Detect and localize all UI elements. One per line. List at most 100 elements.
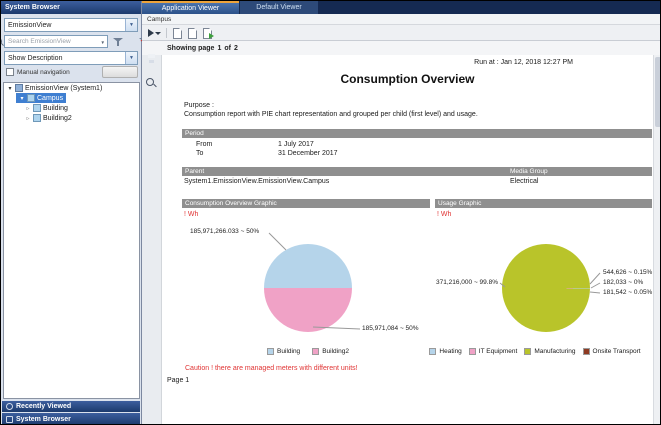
system-selector-value: EmissionView bbox=[5, 19, 125, 31]
green-arrow-icon bbox=[209, 33, 214, 39]
chevron-down-icon bbox=[155, 32, 161, 35]
chevron-down-icon[interactable]: ▼ bbox=[125, 19, 137, 31]
legend-swatch bbox=[312, 348, 319, 355]
tree-item-label: Building2 bbox=[43, 115, 72, 122]
page-indicator: Showing page 1 of 2 bbox=[142, 41, 661, 55]
filter-icon[interactable] bbox=[113, 37, 123, 47]
tree-item-campus[interactable]: ▾ Campus bbox=[4, 93, 139, 103]
search-input[interactable] bbox=[5, 36, 107, 47]
report-page: Run at : Jan 12, 2018 12:27 PM Consumpti… bbox=[162, 55, 653, 425]
legend-label: Building bbox=[277, 348, 300, 355]
parent-header-label: Parent bbox=[185, 168, 204, 175]
legend-swatch bbox=[429, 348, 436, 355]
display-mode-dropdown[interactable]: Show Description ▼ bbox=[4, 51, 138, 65]
scrollbar-thumb[interactable] bbox=[655, 57, 661, 127]
export-icon bbox=[203, 28, 212, 39]
recently-viewed-label: Recently Viewed bbox=[16, 403, 71, 410]
tree-item-building[interactable]: ▹ Building bbox=[4, 103, 139, 113]
document-icon bbox=[173, 28, 182, 39]
purpose-text: Consumption report with PIE chart repres… bbox=[184, 111, 478, 118]
consumption-pie-chart bbox=[264, 244, 352, 332]
run-timestamp: Run at : Jan 12, 2018 12:27 PM bbox=[474, 59, 573, 66]
legend-label: Onsite Transport bbox=[593, 348, 641, 355]
system-browser-label: System Browser bbox=[16, 416, 71, 423]
parent-section-header: Parent Media Group bbox=[182, 167, 652, 176]
recently-viewed-bar[interactable]: Recently Viewed bbox=[2, 401, 140, 412]
tree-item-label: Campus bbox=[37, 95, 63, 102]
unit-warning: ! Wh bbox=[184, 211, 198, 218]
viewer-toolbar bbox=[142, 25, 661, 41]
usage-legend: Heating IT Equipment Manufacturing Onsit… bbox=[418, 348, 652, 355]
from-label: From bbox=[196, 141, 212, 148]
expander-icon[interactable]: ▾ bbox=[19, 95, 25, 102]
viewer-side-toolbar bbox=[142, 55, 162, 425]
caution-text: Caution ! there are managed meters with … bbox=[185, 365, 358, 372]
consumption-legend: Building Building2 bbox=[218, 348, 398, 355]
vertical-scrollbar[interactable] bbox=[653, 55, 661, 425]
consumption-graphic-header: Consumption Overview Graphic bbox=[182, 199, 430, 208]
print-button[interactable] bbox=[185, 27, 199, 39]
play-icon bbox=[148, 29, 154, 37]
tree-item-emissionview[interactable]: ▾ EmissionView (System1) bbox=[4, 83, 139, 93]
search-box: ▼ bbox=[4, 35, 108, 48]
tree-item-building2[interactable]: ▹ Building2 bbox=[4, 113, 139, 123]
legend-label: IT Equipment bbox=[479, 348, 518, 355]
slice-label: 181,542 ~ 0.05% bbox=[603, 289, 652, 296]
legend-swatch bbox=[524, 348, 531, 355]
tree-item-label: EmissionView (System1) bbox=[25, 85, 102, 92]
tab-application-viewer[interactable]: Application Viewer bbox=[142, 1, 239, 14]
expander-icon[interactable]: ▹ bbox=[25, 115, 31, 122]
slice-label: 371,216,000 ~ 99.8% bbox=[392, 279, 498, 286]
chevron-down-icon[interactable]: ▼ bbox=[101, 40, 105, 45]
display-mode-value: Show Description bbox=[5, 52, 125, 64]
search-icon[interactable] bbox=[0, 38, 4, 47]
slice-label: 185,971,084 ~ 50% bbox=[362, 325, 419, 332]
run-report-button[interactable] bbox=[146, 27, 162, 39]
legend-label: Heating bbox=[439, 348, 461, 355]
slice-label: 182,033 ~ 0% bbox=[603, 279, 643, 286]
chevron-down-icon[interactable]: ▼ bbox=[125, 52, 137, 64]
media-group-header-label: Media Group bbox=[510, 168, 548, 175]
browser-icon bbox=[6, 416, 13, 423]
workstation-window: System Browser EmissionView ▼ ▼ Show Des… bbox=[0, 0, 661, 425]
legend-label: Building2 bbox=[322, 348, 349, 355]
selected-tree-row: ▾ Campus bbox=[16, 93, 66, 103]
tree-item-label: Building bbox=[43, 105, 68, 112]
site-icon bbox=[27, 94, 35, 102]
pager-total: 2 bbox=[234, 45, 238, 52]
system-tree: ▾ EmissionView (System1) ▾ Campus ▹ Buil… bbox=[3, 82, 140, 399]
legend-swatch bbox=[469, 348, 476, 355]
system-browser-panel-header[interactable]: System Browser bbox=[1, 1, 141, 14]
legend-swatch bbox=[583, 348, 590, 355]
system-icon bbox=[15, 84, 23, 92]
to-value: 31 December 2017 bbox=[278, 150, 338, 157]
usage-pie-chart bbox=[502, 244, 590, 332]
navigate-button[interactable] bbox=[102, 66, 138, 78]
breadcrumb-item-campus[interactable]: Campus bbox=[147, 16, 171, 23]
unit-warning: ! Wh bbox=[437, 211, 451, 218]
save-report-button[interactable] bbox=[170, 27, 184, 39]
export-button[interactable] bbox=[200, 27, 214, 39]
document-icon bbox=[188, 28, 197, 39]
parent-value: System1.EmissionView.EmissionView.Campus bbox=[184, 178, 329, 185]
breadcrumb: Campus bbox=[142, 14, 661, 25]
period-section-header: Period bbox=[182, 129, 652, 138]
slice-label: 544,626 ~ 0.15% bbox=[603, 269, 652, 276]
viewer-tabs: Application Viewer Default Viewer bbox=[142, 1, 661, 14]
toolbar-separator bbox=[166, 28, 167, 38]
tab-default-viewer[interactable]: Default Viewer bbox=[240, 1, 318, 14]
system-browser-panel: System Browser EmissionView ▼ ▼ Show Des… bbox=[1, 1, 142, 425]
manual-navigation-checkbox[interactable] bbox=[6, 68, 14, 76]
expander-icon[interactable]: ▹ bbox=[25, 105, 31, 112]
manual-navigation-label: Manual navigation bbox=[17, 69, 70, 76]
building-icon bbox=[33, 104, 41, 112]
usage-graphic-header: Usage Graphic bbox=[435, 199, 652, 208]
pager-of: of bbox=[224, 45, 231, 52]
expander-icon[interactable]: ▾ bbox=[7, 85, 13, 92]
system-selector-dropdown[interactable]: EmissionView ▼ bbox=[4, 18, 138, 32]
purpose-label: Purpose : bbox=[184, 102, 214, 109]
system-browser-bar[interactable]: System Browser bbox=[2, 413, 140, 425]
legend-swatch bbox=[267, 348, 274, 355]
clock-icon bbox=[6, 403, 13, 410]
report-title: Consumption Overview bbox=[162, 72, 653, 86]
